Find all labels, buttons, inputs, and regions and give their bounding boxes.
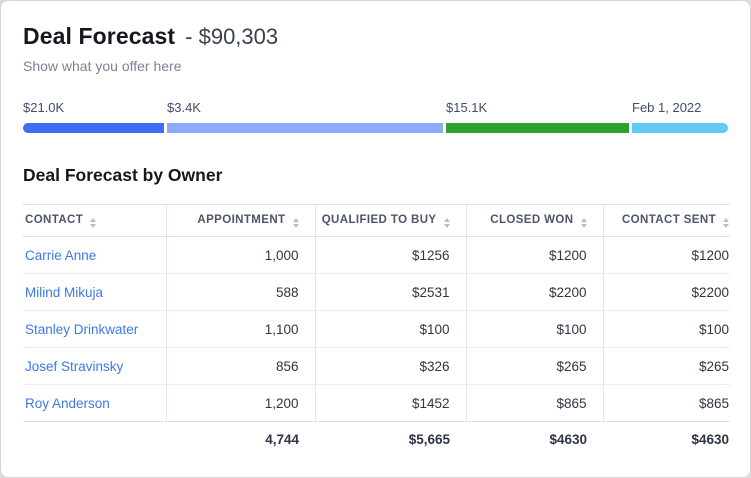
column-header-label: APPOINTMENT bbox=[197, 214, 285, 226]
deal-forecast-card: Deal Forecast - $90,303 Show what you of… bbox=[0, 0, 751, 478]
sort-icon[interactable] bbox=[90, 218, 96, 228]
contact-link[interactable]: Stanley Drinkwater bbox=[25, 322, 138, 337]
column-header-contact[interactable]: CONTACT bbox=[23, 205, 166, 237]
contact-link[interactable]: Carrie Anne bbox=[25, 248, 96, 263]
cell-appointment: 1,100 bbox=[166, 311, 315, 348]
sort-icon[interactable] bbox=[444, 218, 450, 228]
bar-segment-appointment bbox=[23, 123, 164, 133]
cell-closed-won: $865 bbox=[466, 385, 603, 422]
bar-label-appointment: $21.0K bbox=[23, 100, 64, 115]
total-appointment: 4,744 bbox=[166, 422, 315, 458]
table-row: Josef Stravinsky 856 $326 $265 $265 bbox=[23, 348, 730, 385]
cell-contact-sent: $865 bbox=[603, 385, 730, 422]
column-header-qualified-to-buy[interactable]: QUALIFIED TO BUY bbox=[315, 205, 466, 237]
table-row: Stanley Drinkwater 1,100 $100 $100 $100 bbox=[23, 311, 730, 348]
cell-qualified-to-buy: $2531 bbox=[315, 274, 466, 311]
bar-segment-qualified bbox=[167, 123, 443, 133]
cell-closed-won: $1200 bbox=[466, 237, 603, 274]
contact-link[interactable]: Milind Mikuja bbox=[25, 285, 103, 300]
cell-closed-won: $100 bbox=[466, 311, 603, 348]
total-contact-sent: $4630 bbox=[603, 422, 730, 458]
cell-qualified-to-buy: $1256 bbox=[315, 237, 466, 274]
cell-appointment: 1,200 bbox=[166, 385, 315, 422]
column-header-closed-won[interactable]: CLOSED WON bbox=[466, 205, 603, 237]
contact-link[interactable]: Roy Anderson bbox=[25, 396, 110, 411]
cell-qualified-to-buy: $1452 bbox=[315, 385, 466, 422]
column-header-appointment[interactable]: APPOINTMENT bbox=[166, 205, 315, 237]
cell-appointment: 856 bbox=[166, 348, 315, 385]
cell-qualified-to-buy: $100 bbox=[315, 311, 466, 348]
table-header-row: CONTACT APPOINTMENT QUALIFIED TO BUY CLO… bbox=[23, 205, 730, 237]
contact-link[interactable]: Josef Stravinsky bbox=[25, 359, 123, 374]
table-section-title: Deal Forecast by Owner bbox=[23, 163, 728, 187]
cell-appointment: 1,000 bbox=[166, 237, 315, 274]
total-qualified-to-buy: $5,665 bbox=[315, 422, 466, 458]
cell-qualified-to-buy: $326 bbox=[315, 348, 466, 385]
bar-segment-closed-won bbox=[446, 123, 629, 133]
cell-contact-sent: $100 bbox=[603, 311, 730, 348]
bar-segment-remaining bbox=[632, 123, 728, 133]
deal-forecast-table: CONTACT APPOINTMENT QUALIFIED TO BUY CLO… bbox=[23, 204, 730, 457]
forecast-bar-labels: $21.0K $3.4K $15.1K Feb 1, 2022 bbox=[23, 100, 728, 118]
column-header-label: CLOSED WON bbox=[490, 214, 573, 226]
cell-contact-sent: $265 bbox=[603, 348, 730, 385]
total-closed-won: $4630 bbox=[466, 422, 603, 458]
column-header-label: CONTACT SENT bbox=[622, 214, 716, 226]
bar-label-closed-won: $15.1K bbox=[446, 100, 487, 115]
table-row: Roy Anderson 1,200 $1452 $865 $865 bbox=[23, 385, 730, 422]
sort-icon[interactable] bbox=[581, 218, 587, 228]
column-header-label: QUALIFIED TO BUY bbox=[322, 214, 437, 226]
totals-empty-cell bbox=[23, 422, 166, 458]
table-row: Carrie Anne 1,000 $1256 $1200 $1200 bbox=[23, 237, 730, 274]
report-subtitle: Show what you offer here bbox=[23, 56, 728, 76]
column-header-contact-sent[interactable]: CONTACT SENT bbox=[603, 205, 730, 237]
bar-label-qualified: $3.4K bbox=[167, 100, 201, 115]
cell-contact-sent: $1200 bbox=[603, 237, 730, 274]
column-header-label: CONTACT bbox=[25, 214, 83, 226]
sort-icon[interactable] bbox=[723, 218, 729, 228]
totals-row: 4,744 $5,665 $4630 $4630 bbox=[23, 422, 730, 458]
forecast-progress-bar bbox=[23, 123, 728, 133]
cell-contact-sent: $2200 bbox=[603, 274, 730, 311]
cell-closed-won: $265 bbox=[466, 348, 603, 385]
sort-icon[interactable] bbox=[293, 218, 299, 228]
report-header: Deal Forecast - $90,303 bbox=[23, 21, 728, 52]
forecast-total-amount: - $90,303 bbox=[185, 22, 278, 52]
page-title: Deal Forecast bbox=[23, 21, 175, 51]
table-row: Milind Mikuja 588 $2531 $2200 $2200 bbox=[23, 274, 730, 311]
cell-appointment: 588 bbox=[166, 274, 315, 311]
bar-label-date: Feb 1, 2022 bbox=[632, 100, 701, 115]
cell-closed-won: $2200 bbox=[466, 274, 603, 311]
